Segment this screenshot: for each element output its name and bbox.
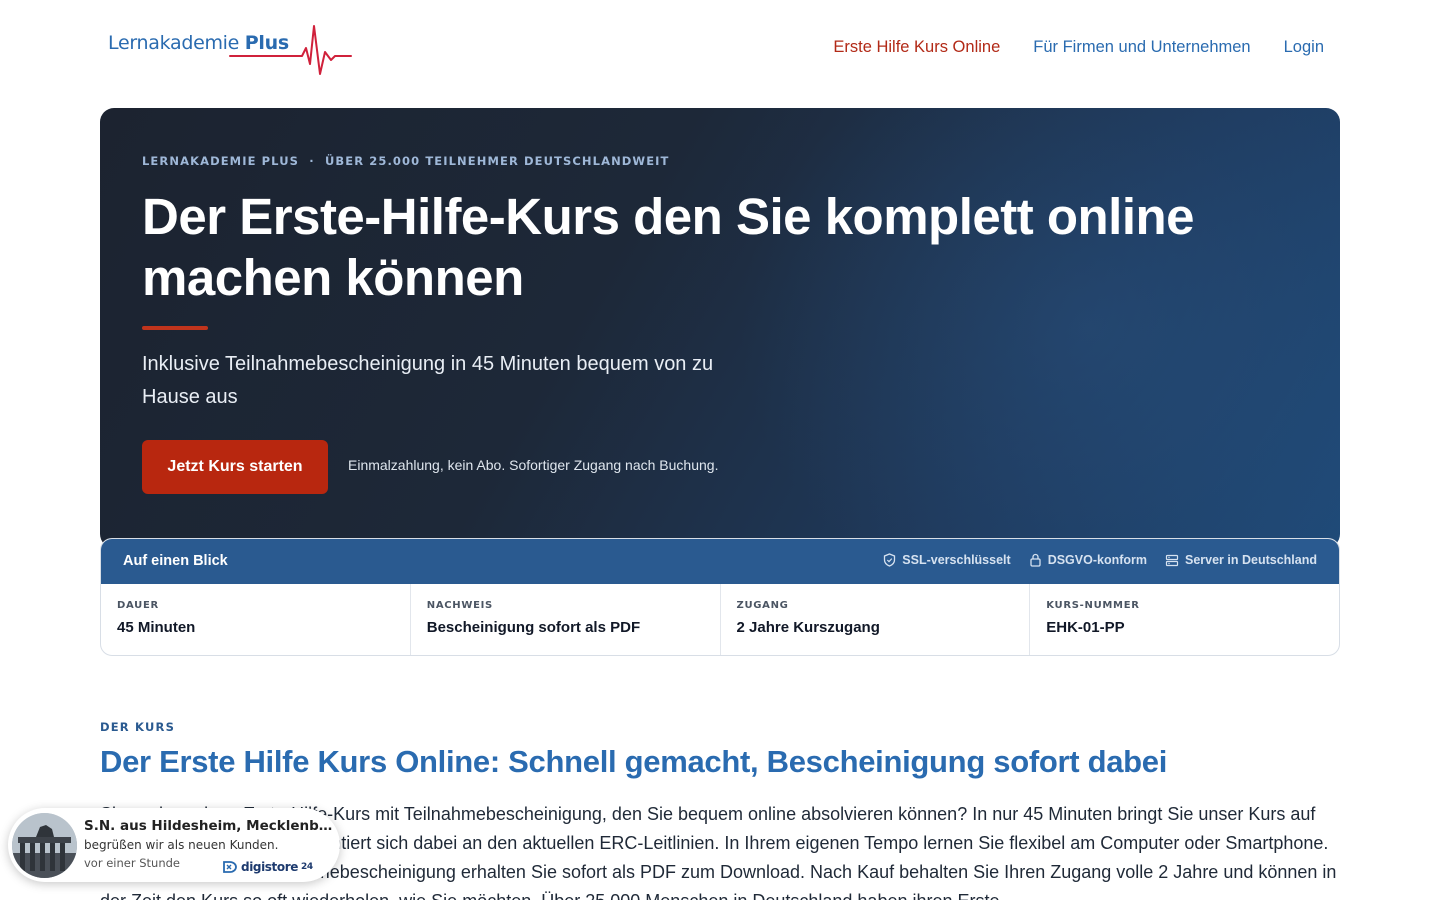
fact-course-number: KURS-NUMMER EHK-01-PP — [1030, 584, 1339, 655]
fact-access: ZUGANG 2 Jahre Kurszugang — [721, 584, 1031, 655]
new-customer-notification[interactable]: S.N. aus Hildesheim, Mecklenburg-Vorpomm… — [8, 808, 340, 882]
hero-eyebrow: LERNAKADEMIE PLUS · ÜBER 25.000 TEILNEHM… — [142, 154, 670, 168]
hero-background-glow — [740, 108, 1340, 548]
fact-label: ZUGANG — [736, 600, 789, 611]
site-header: Lernakademie Plus Erste Hilfe Kurs Onlin… — [0, 0, 1440, 100]
start-course-button[interactable]: Jetzt Kurs starten — [142, 440, 328, 494]
badge-ssl: SSL-verschlüsselt — [883, 553, 1011, 567]
logo-text: Lernakademie Plus — [108, 32, 289, 54]
fact-label: NACHWEIS — [426, 600, 493, 611]
server-icon — [1165, 554, 1179, 566]
hero-title: Der Erste-Hilfe-Kurs den Sie komplett on… — [142, 188, 1195, 306]
course-eyebrow: DER KURS — [100, 720, 176, 734]
customer-message: begrüßen wir als neuen Kunden. — [84, 838, 279, 852]
nav-item-login[interactable]: Login — [1284, 38, 1324, 57]
fact-proof: NACHWEIS Bescheinigung sofort als PDF — [411, 584, 721, 655]
notification-time: vor einer Stunde — [84, 856, 181, 870]
hero-subtitle: Inklusive Teilnahmebescheinigung in 45 M… — [142, 353, 714, 408]
at-a-glance-title: Auf einen Blick — [123, 553, 228, 569]
brandenburg-gate-icon — [12, 813, 77, 878]
customer-name: S.N. aus Hildesheim, Mecklenburg-Vorpomm… — [84, 818, 336, 834]
course-title: Der Erste Hilfe Kurs Online: Schnell gem… — [100, 744, 1168, 779]
fact-duration: DAUER 45 Minuten — [101, 584, 411, 655]
fact-value: 45 Minuten — [117, 619, 196, 636]
fact-value: 2 Jahre Kurszugang — [736, 619, 880, 636]
digistore-icon — [223, 861, 237, 873]
fact-value: Bescheinigung sofort als PDF — [426, 619, 641, 636]
cta-note: Einmalzahlung, kein Abo. Sofortiger Zuga… — [348, 457, 719, 473]
logo[interactable]: Lernakademie Plus — [106, 24, 356, 78]
at-a-glance-panel: Auf einen Blick SSL-verschlüsselt DSGVO-… — [100, 538, 1340, 656]
badge-dsgvo: DSGVO-konform — [1029, 553, 1147, 567]
digistore-logo: digistore 24 — [222, 860, 313, 874]
at-a-glance-facts: DAUER 45 Minuten NACHWEIS Bescheinigung … — [101, 584, 1339, 655]
at-a-glance-header: Auf einen Blick SSL-verschlüsselt DSGVO-… — [101, 539, 1339, 584]
city-photo — [12, 813, 77, 878]
fact-label: KURS-NUMMER — [1046, 600, 1140, 611]
fact-value: EHK-01-PP — [1046, 619, 1125, 636]
trust-badges: SSL-verschlüsselt DSGVO-konform Server i… — [883, 553, 1317, 567]
hero-divider — [142, 326, 208, 330]
main-nav: Erste Hilfe Kurs Online Für Firmen und U… — [833, 38, 1324, 57]
fact-label: DAUER — [117, 600, 159, 611]
hero-banner: LERNAKADEMIE PLUS · ÜBER 25.000 TEILNEHM… — [100, 108, 1340, 548]
lock-icon — [1030, 553, 1041, 567]
badge-server: Server in Deutschland — [1165, 553, 1317, 567]
shield-icon — [884, 553, 896, 567]
nav-item-erste-hilfe-kurs-online[interactable]: Erste Hilfe Kurs Online — [833, 38, 1000, 57]
nav-item-firmen[interactable]: Für Firmen und Unternehmen — [1033, 38, 1250, 57]
